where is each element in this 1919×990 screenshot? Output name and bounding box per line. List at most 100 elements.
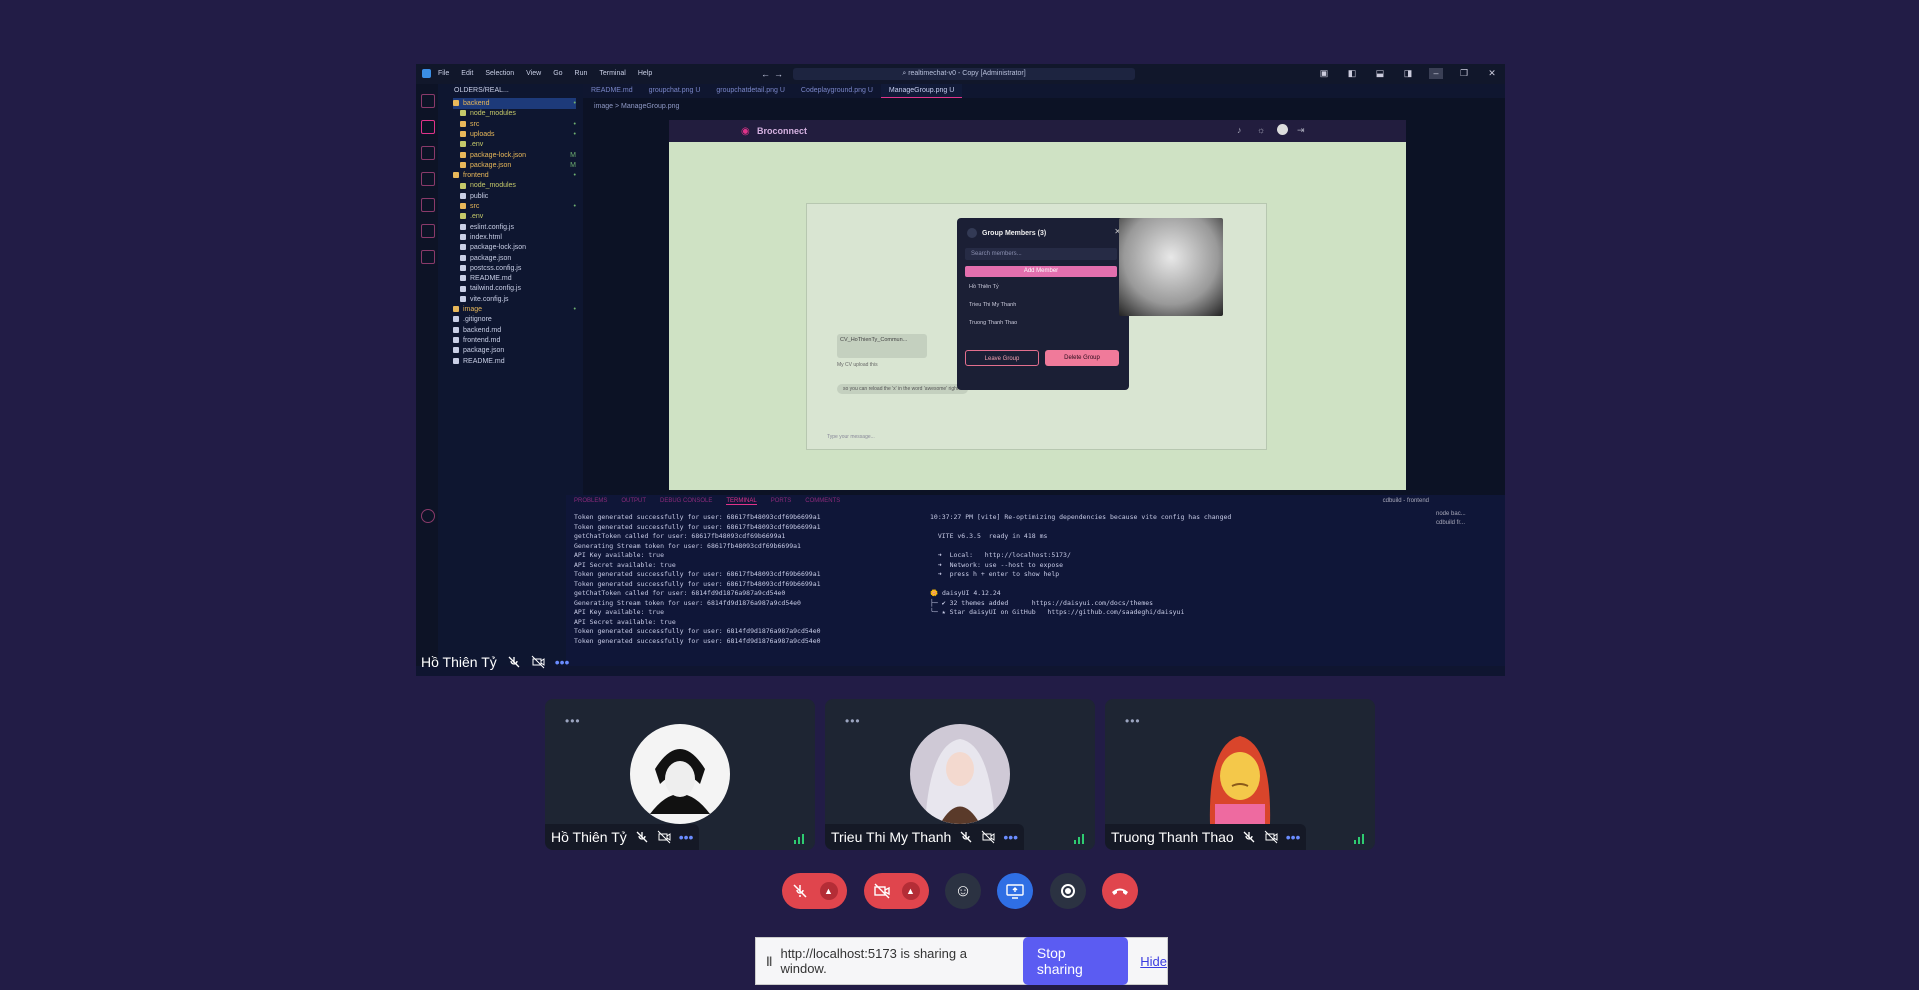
palette-icon: ☼	[1257, 125, 1266, 135]
participant-tile[interactable]: ••• Trieu Thi My Thanh •••	[825, 699, 1095, 850]
app-brand: Broconnect	[757, 126, 808, 136]
panel-tab[interactable]: COMMENTS	[805, 498, 840, 505]
terminal-list-item[interactable]: node bac...	[1436, 511, 1466, 517]
file-name: vite.config.js	[470, 295, 509, 303]
camera-off-icon	[531, 655, 545, 669]
mute-mic-button[interactable]: ▲	[782, 873, 847, 909]
camera-off-icon	[1264, 830, 1278, 844]
menu-item[interactable]: File	[438, 70, 449, 77]
source-control-icon[interactable]	[421, 172, 435, 186]
terminal-list-item[interactable]: cdbuild fr...	[1436, 520, 1466, 526]
extensions-icon[interactable]	[421, 224, 435, 238]
image-preview: ◉ Broconnect ♪ ☼ ⇥ CV_HoThienTy_Commun..…	[669, 120, 1406, 490]
file-name: public	[470, 192, 489, 200]
emoji-reaction-button[interactable]: ☺	[945, 873, 981, 909]
more-options-icon[interactable]: •••	[679, 829, 694, 845]
participant-name: Truong Thanh Thao	[1111, 829, 1234, 845]
sharing-text: http://localhost:5173 is sharing a windo…	[780, 946, 967, 976]
screen-sharing-notice: ‖ http://localhost:5173 is sharing a win…	[755, 937, 1168, 985]
editor-tab[interactable]: groupchatdetail.png U	[708, 84, 793, 98]
file-icon	[460, 182, 466, 189]
participant-tile[interactable]: ••• Truong Thanh Thao •••	[1105, 699, 1375, 850]
share-screen-button[interactable]	[997, 873, 1033, 909]
more-options-icon[interactable]: •••	[1003, 829, 1018, 845]
panel-tab[interactable]: DEBUG CONSOLE	[660, 498, 712, 505]
hide-link[interactable]: Hide	[1140, 954, 1167, 969]
participant-tile[interactable]: ••• Hồ Thiên Tỷ •••	[545, 699, 815, 850]
sidebar-toggle-icon[interactable]: ◧	[1345, 68, 1359, 79]
panel-tab[interactable]: OUTPUT	[621, 498, 646, 505]
layout-icon[interactable]: ▣	[1317, 68, 1331, 79]
signal-icon	[794, 834, 804, 844]
file-name: src	[470, 120, 480, 128]
editor-tab[interactable]: ManageGroup.png U	[880, 84, 963, 98]
more-options-icon[interactable]: •••	[1286, 829, 1301, 845]
file-icon	[460, 223, 466, 230]
secondary-sidebar-icon[interactable]: ◨	[1401, 68, 1415, 79]
menu-item[interactable]: View	[526, 70, 541, 77]
more-options-icon[interactable]: •••	[555, 654, 570, 670]
stop-camera-button[interactable]: ▲	[864, 873, 929, 909]
tile-menu-icon[interactable]: •••	[1125, 714, 1141, 728]
nav-forward-icon[interactable]: →	[774, 69, 783, 79]
window-controls: ▣ ◧ ⬓ ◨ – ❐ ✕	[1317, 68, 1499, 79]
phone-hangup-icon	[1112, 888, 1128, 895]
presenter-name: Hồ Thiên Tỷ	[421, 654, 497, 670]
file-name: package.json	[470, 254, 512, 262]
stop-sharing-button[interactable]: Stop sharing	[1022, 937, 1129, 985]
delete-group-button: Delete Group	[1045, 350, 1119, 366]
account-icon[interactable]	[421, 509, 435, 523]
search-view-icon[interactable]	[421, 146, 435, 160]
command-center[interactable]: ⌕ realtimechat-v0 - Copy [Administrator]	[793, 68, 1135, 80]
panel-tab[interactable]: TERMINAL	[726, 498, 757, 505]
participant-label: Truong Thanh Thao •••	[1105, 824, 1307, 850]
terminal-title[interactable]: cdbuild - frontend	[1383, 498, 1429, 504]
mic-options-icon[interactable]: ▲	[819, 882, 838, 900]
file-icon	[460, 131, 466, 138]
file-icon	[460, 110, 466, 117]
member-search-input: Search members...	[965, 248, 1117, 260]
minimize-icon[interactable]: –	[1429, 68, 1443, 79]
files-icon[interactable]	[421, 120, 435, 134]
participant-name: Hồ Thiên Tỷ	[551, 829, 627, 845]
file-name: node_modules	[470, 110, 516, 118]
restore-icon[interactable]: ❐	[1457, 68, 1471, 79]
member-row: Hồ Thiên Tỷ	[969, 284, 999, 290]
participant-label: Hồ Thiên Tỷ •••	[545, 824, 700, 850]
file-icon	[460, 275, 466, 282]
chat-card: CV_HoThienTy_Commun...	[837, 334, 927, 358]
editor-tab[interactable]: README.md	[583, 84, 641, 98]
bell-icon: ♪	[1237, 125, 1242, 135]
camera-options-icon[interactable]: ▲	[901, 882, 920, 900]
panel-toggle-icon[interactable]: ⬓	[1373, 68, 1387, 79]
chat-message-1: My CV upload this	[837, 362, 878, 368]
editor-tab[interactable]: Codeplayground.png U	[793, 84, 881, 98]
tile-menu-icon[interactable]: •••	[845, 714, 861, 728]
file-name: frontend	[463, 172, 489, 180]
menu-item[interactable]: Terminal	[599, 70, 625, 77]
panel-tab[interactable]: PORTS	[771, 498, 792, 505]
tile-menu-icon[interactable]: •••	[565, 714, 581, 728]
editor-tab[interactable]: groupchat.png U	[641, 84, 709, 98]
remote-icon[interactable]	[421, 250, 435, 264]
app-navbar: ◉ Broconnect ♪ ☼ ⇥	[669, 120, 1406, 142]
record-button[interactable]	[1050, 873, 1086, 909]
mic-off-icon	[636, 831, 648, 843]
nav-back-icon[interactable]: ←	[761, 69, 770, 79]
leave-call-button[interactable]	[1102, 873, 1138, 909]
menu-item[interactable]: Run	[575, 70, 588, 77]
terminal-right[interactable]: 10:37:27 PM [vite] Re-optimizing depende…	[930, 513, 1231, 618]
screen-share-icon	[1006, 884, 1024, 899]
close-icon[interactable]: ✕	[1485, 68, 1499, 79]
run-debug-icon[interactable]	[421, 198, 435, 212]
menu-item[interactable]: Help	[638, 70, 652, 77]
menu-item[interactable]: Go	[553, 70, 562, 77]
file-name: README.md	[470, 275, 512, 283]
file-tree-item[interactable]: README.md	[453, 356, 576, 367]
explorer-icon[interactable]	[421, 94, 435, 108]
menu-item[interactable]: Edit	[461, 70, 473, 77]
terminal-left[interactable]: Token generated successfully for user: 6…	[574, 513, 821, 646]
panel-tab[interactable]: PROBLEMS	[574, 498, 607, 505]
menu-item[interactable]: Selection	[485, 70, 514, 77]
file-icon	[453, 172, 459, 179]
